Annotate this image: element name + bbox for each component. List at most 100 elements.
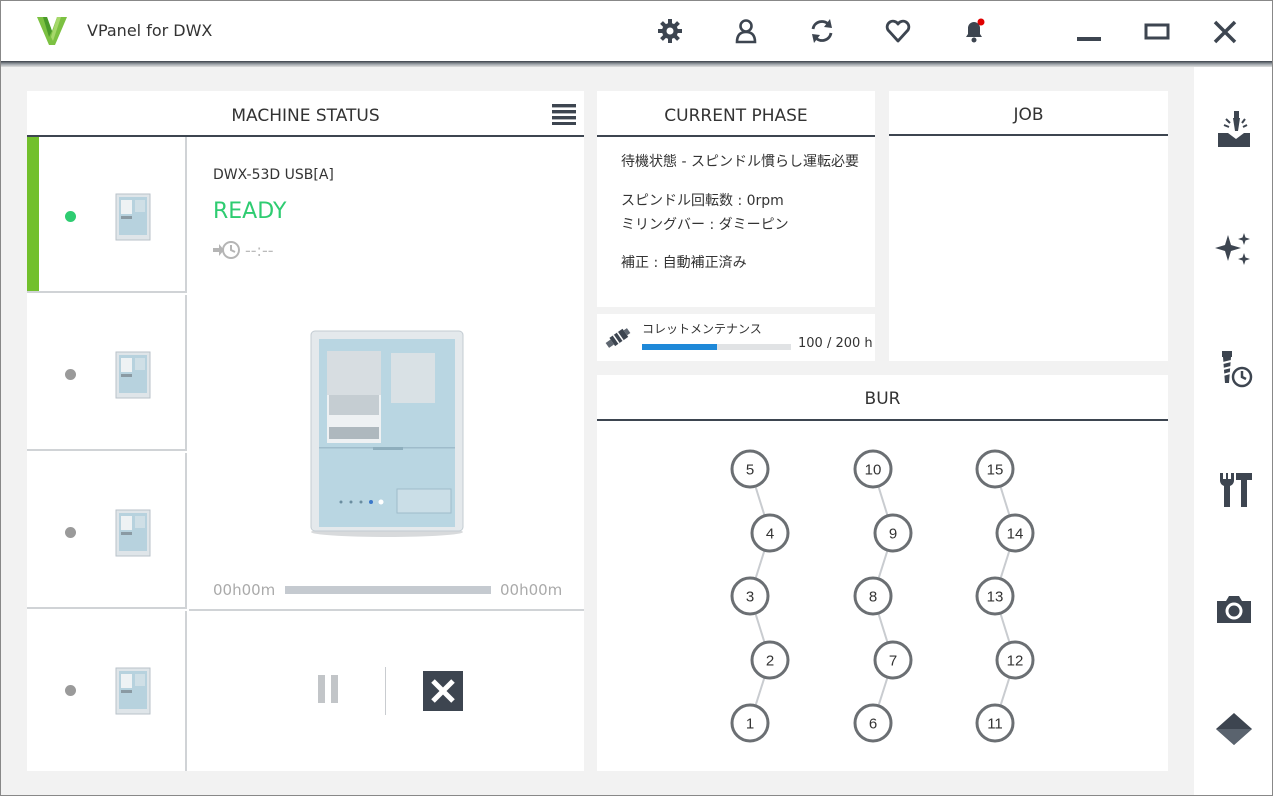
bur-slot-number: 15 [987,462,1004,479]
bur-slot-number: 13 [987,589,1004,606]
vpanel-logo-icon [37,17,67,45]
bur-connector [754,485,766,517]
bur-slot-12[interactable]: 12 [995,640,1035,680]
machine-slot-4[interactable] [27,611,187,771]
bur-slot-5[interactable]: 5 [730,449,770,489]
camera-icon[interactable] [1214,589,1254,629]
bur-slot-number: 1 [746,716,754,733]
bur-slot-number: 10 [865,462,882,479]
bur-connector [999,676,1011,707]
title-bar: VPanel for DWX [1,1,1272,61]
heart-icon[interactable] [884,17,912,45]
bur-connector [999,549,1011,580]
bur-slot-7[interactable]: 7 [873,640,913,680]
bur-slot-number: 5 [746,462,754,479]
bur-slot-6[interactable]: 6 [853,703,893,743]
spindle-speed: スピンドル回転数 : 0rpm [621,193,784,209]
machine-slot-3[interactable] [27,453,187,609]
bur-connector [754,612,766,644]
current-phase-title: CURRENT PHASE [597,91,875,137]
bur-panel: BUR 5 4 3 2 1 10 9 8 7 6 15 14 13 12 11 [597,375,1168,771]
bur-connector [877,485,889,517]
collet-maintenance-icon [605,328,631,348]
bur-slot-number: 11 [987,716,1003,733]
milling-icon[interactable] [1214,109,1254,149]
slot-status-dot [65,211,76,222]
refresh-icon[interactable] [808,17,836,45]
bur-slot-number: 6 [869,716,877,733]
minimize-icon[interactable] [1075,19,1103,45]
slot-status-dot [65,685,76,696]
machine-slot-2[interactable] [27,295,187,451]
title-bar-shadow [1,61,1272,67]
right-sidebar [1194,67,1272,795]
close-icon[interactable] [1211,19,1239,45]
collet-progress-fill [642,344,717,350]
bur-slot-13[interactable]: 13 [975,576,1015,616]
milling-bar: ミリングバー : ダミーピン [621,217,789,233]
maximize-icon[interactable] [1143,19,1171,45]
collet-maintenance-panel: コレットメンテナンス 100 / 200 h [597,314,875,361]
bur-slot-number: 7 [889,653,897,670]
machine-image [310,330,464,537]
machine-slot-1[interactable] [27,137,187,293]
list-menu-icon[interactable] [552,103,576,125]
bur-time-icon[interactable] [1214,349,1254,389]
bur-slot-number: 2 [766,653,774,670]
pause-icon[interactable] [315,675,341,703]
user-icon[interactable] [732,17,760,45]
bur-slot-9[interactable]: 9 [873,513,913,553]
bur-slot-number: 14 [1007,526,1024,543]
bur-slot-14[interactable]: 14 [995,513,1035,553]
bur-slot-3[interactable]: 3 [730,576,770,616]
gear-icon[interactable] [656,17,684,45]
machine-status-title: MACHINE STATUS [27,91,584,137]
diamond-icon[interactable] [1214,709,1254,749]
bur-connector [754,549,766,580]
bur-connector [877,676,889,707]
machine-thumbnail-icon [115,351,151,399]
bur-holder-diagram: 5 4 3 2 1 10 9 8 7 6 15 14 13 12 11 [730,449,1035,743]
bur-slot-11[interactable]: 11 [975,703,1015,743]
slot-status-dot [65,369,76,380]
correction-status: 補正 : 自動補正済み [621,255,747,271]
progress-start-time: 00h00m [213,581,276,599]
bur-slot-number: 9 [889,526,897,543]
app-title: VPanel for DWX [87,21,213,40]
bur-title: BUR [597,375,1168,421]
machine-controls [189,613,584,771]
phase-status: 待機状態 - スピンドル慣らし運転必要 [621,154,859,170]
slot-status-dot [65,527,76,538]
bur-slot-2[interactable]: 2 [750,640,790,680]
collet-hours: 100 / 200 h [798,336,873,351]
remaining-time: --:-- [245,241,274,260]
bur-slot-1[interactable]: 1 [730,703,770,743]
job-title: JOB [889,91,1168,136]
machine-status-panel: MACHINE STATUS DWX-53D USB[A] READY --:-… [27,91,584,771]
machine-thumbnail-icon [115,509,151,557]
bur-slot-number: 3 [746,589,754,606]
bur-slot-10[interactable]: 10 [853,449,893,489]
current-phase-panel: CURRENT PHASE 待機状態 - スピンドル慣らし運転必要 スピンドル回… [597,91,875,307]
bur-slot-number: 8 [869,589,877,606]
tools-icon[interactable] [1214,469,1254,509]
bur-connector [999,485,1011,517]
bell-icon[interactable] [960,17,988,45]
bur-slot-4[interactable]: 4 [750,513,790,553]
bur-connector [877,612,889,644]
stop-icon[interactable] [423,671,463,711]
collet-maintenance-label: コレットメンテナンス [642,322,762,336]
control-divider [385,667,386,715]
bur-connector [754,676,766,707]
machine-state: READY [213,199,287,224]
progress-end-time: 00h00m [500,581,563,599]
app-window: VPanel for DWX MACHINE STATUS DWX-53D US… [0,0,1273,796]
bur-slot-8[interactable]: 8 [853,576,893,616]
collet-progress-bar [642,344,791,350]
remaining-time-icon [213,241,240,259]
machine-name: DWX-53D USB[A] [213,167,334,183]
machine-thumbnail-icon [115,193,151,241]
job-progress-bar [285,586,491,594]
bur-slot-15[interactable]: 15 [975,449,1015,489]
sparkle-icon[interactable] [1214,229,1254,269]
